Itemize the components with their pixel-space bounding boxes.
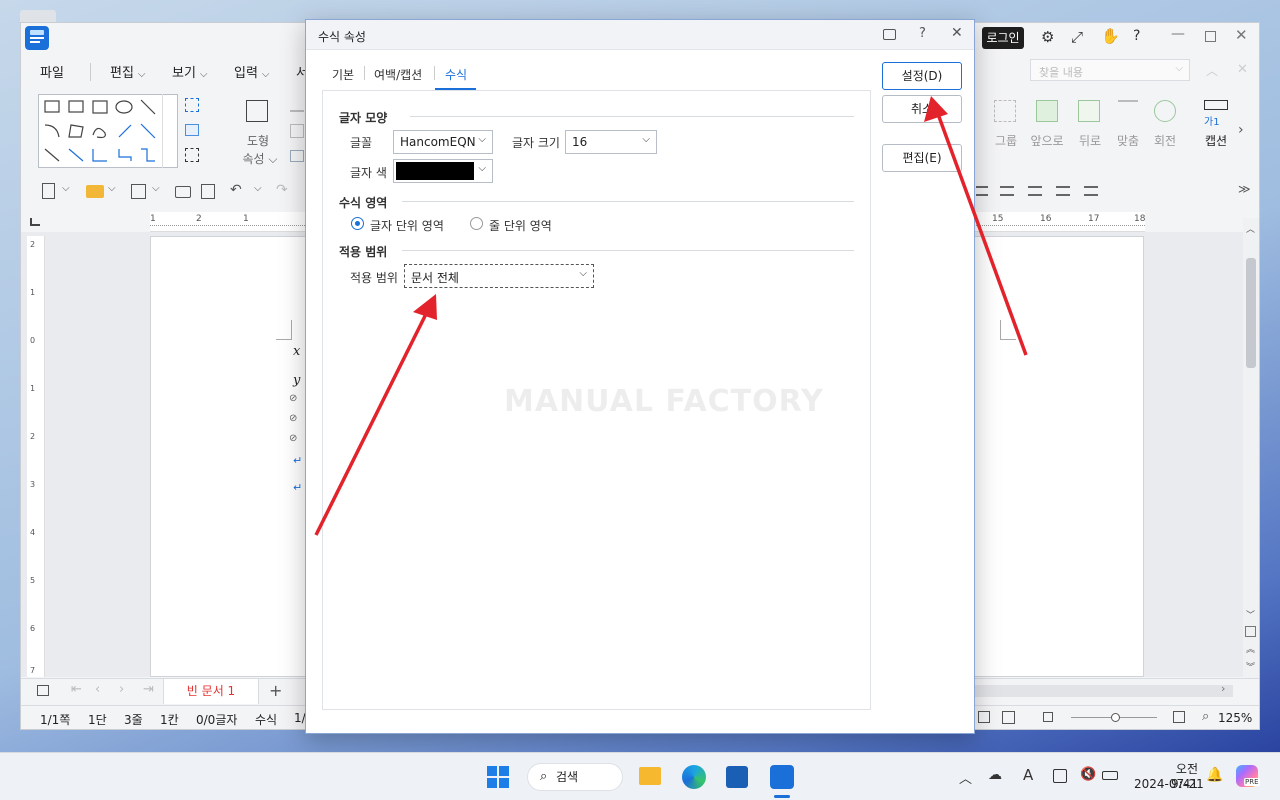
annotation-arrows [314, 96, 1028, 536]
speaker-muted-icon[interactable]: 🔇 [1080, 767, 1096, 782]
active-app-indicator [774, 795, 790, 798]
windows-start-icon[interactable] [487, 766, 509, 788]
file-explorer-icon[interactable] [639, 767, 661, 785]
edge-icon[interactable] [682, 765, 706, 789]
cloud-icon[interactable]: ☁ [988, 767, 1002, 783]
chevron-up-icon[interactable]: ︿ [959, 768, 972, 787]
copilot-icon[interactable]: PRE [1236, 765, 1260, 787]
copilot-badge: PRE [1244, 778, 1260, 786]
store-icon[interactable] [726, 766, 748, 788]
battery-icon[interactable] [1102, 771, 1118, 780]
display-icon[interactable] [1053, 769, 1067, 783]
clock-date[interactable]: 2024-07-21 [1134, 777, 1204, 791]
notification-bell-icon[interactable]: 🔔 [1206, 767, 1223, 783]
taskbar-search[interactable]: ⌕ 검색 [527, 763, 623, 791]
arrow-ok-head [924, 96, 948, 122]
arrow-ok [936, 113, 1028, 356]
arrow-scope [314, 311, 429, 536]
hancom-taskbar-icon[interactable] [770, 765, 794, 789]
search-icon: ⌕ [540, 769, 548, 784]
taskbar: ⌕ 검색 ︿ ☁ A 🔇 오전 9:41 2024-07-21 🔔 PRE [0, 752, 1280, 800]
ime-indicator[interactable]: A [1023, 766, 1033, 784]
taskbar-search-label: 검색 [556, 770, 579, 784]
